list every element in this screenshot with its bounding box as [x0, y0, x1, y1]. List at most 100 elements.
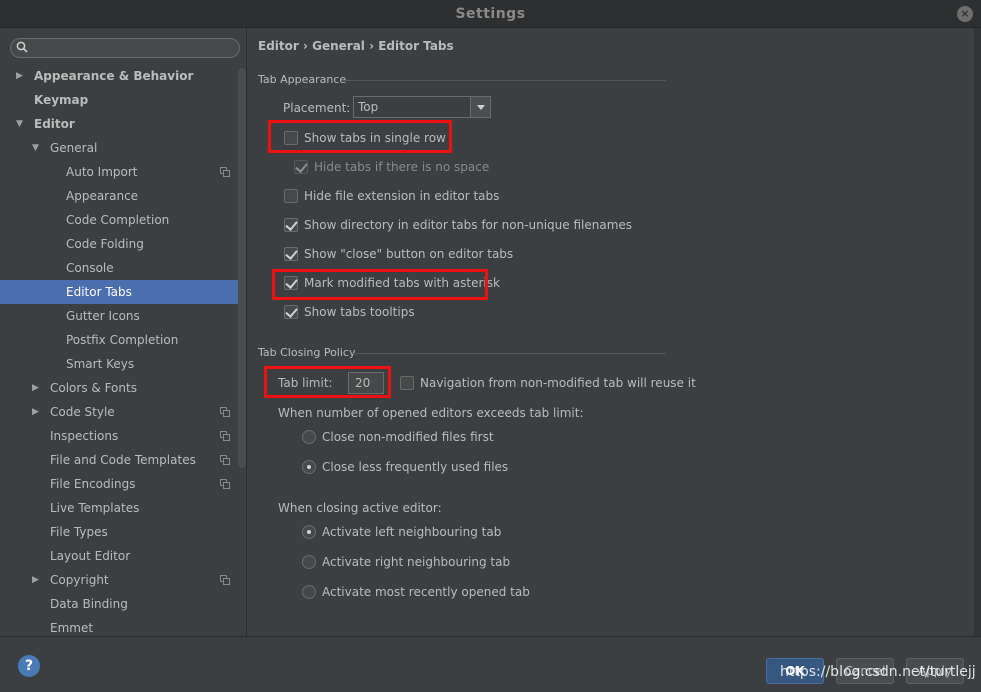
sidebar-item-code-style[interactable]: ▶ Code Style	[0, 400, 238, 424]
search-input[interactable]	[33, 40, 233, 56]
sidebar-item-label: Data Binding	[50, 597, 128, 611]
sidebar-item-appearance-behavior[interactable]: ▶ Appearance & Behavior	[0, 64, 238, 88]
sidebar-item-code-folding[interactable]: Code Folding	[0, 232, 238, 256]
sidebar-item-file-types[interactable]: File Types	[0, 520, 238, 544]
sidebar-item-postfix-completion[interactable]: Postfix Completion	[0, 328, 238, 352]
sidebar-item-editor[interactable]: ▼ Editor	[0, 112, 238, 136]
radio-label: Close less frequently used files	[322, 460, 509, 474]
sidebar-item-keymap[interactable]: Keymap	[0, 88, 238, 112]
sidebar-item-code-completion[interactable]: Code Completion	[0, 208, 238, 232]
settings-sidebar: ▶ Appearance & Behavior Keymap ▼ Editor ▼ Gene…	[0, 28, 247, 636]
watermark: https://blog.csdn.net/turtlejj	[780, 664, 976, 680]
placement-row: Placement:	[283, 98, 350, 118]
dialog-footer: ? OK Cancel Apply https://blog.csdn.net/…	[0, 636, 981, 692]
close-icon[interactable]: ×	[957, 6, 973, 22]
project-settings-icon	[220, 407, 230, 417]
sidebar-item-inspections[interactable]: Inspections	[0, 424, 238, 448]
expand-right-icon[interactable]: ▶	[32, 376, 39, 400]
sidebar-item-console[interactable]: Console	[0, 256, 238, 280]
radio-label: Activate most recently opened tab	[322, 585, 530, 599]
radio-button[interactable]	[302, 430, 316, 444]
sidebar-item-label: Smart Keys	[66, 357, 135, 371]
sidebar-item-auto-import[interactable]: Auto Import	[0, 160, 238, 184]
expand-right-icon[interactable]: ▶	[32, 400, 39, 424]
chevron-down-icon[interactable]	[470, 97, 490, 117]
settings-content: Editor › General › Editor Tabs Tab Appea…	[248, 28, 981, 636]
sidebar-item-label: Copyright	[50, 573, 109, 587]
checkbox-box[interactable]	[284, 305, 298, 319]
radio-button[interactable]	[302, 585, 316, 599]
sidebar-item-label: Editor Tabs	[66, 285, 132, 299]
window-title: Settings	[455, 6, 526, 22]
title-bar: Settings ×	[0, 0, 981, 28]
sidebar-item-label: Keymap	[34, 93, 89, 107]
highlight-box	[268, 120, 452, 153]
breadcrumb: Editor › General › Editor Tabs	[258, 39, 454, 53]
placement-combo[interactable]: Top	[353, 96, 491, 118]
checkbox-label: Hide tabs if there is no space	[314, 160, 490, 174]
sidebar-item-label: File Types	[50, 525, 108, 539]
checkbox-label: Show tabs tooltips	[304, 305, 415, 319]
sidebar-item-file-and-code-templates[interactable]: File and Code Templates	[0, 448, 238, 472]
sidebar-item-label: Code Completion	[66, 213, 170, 227]
help-icon[interactable]: ?	[18, 655, 40, 677]
sidebar-item-file-encodings[interactable]: File Encodings	[0, 472, 238, 496]
sidebar-item-data-binding[interactable]: Data Binding	[0, 592, 238, 616]
checkbox-label: Hide file extension in editor tabs	[304, 189, 500, 203]
sidebar-item-gutter-icons[interactable]: Gutter Icons	[0, 304, 238, 328]
sidebar-item-colors-fonts[interactable]: ▶ Colors & Fonts	[0, 376, 238, 400]
sidebar-item-label: Colors & Fonts	[50, 381, 137, 395]
section-title-tab-appearance: Tab Appearance	[258, 73, 347, 86]
sidebar-item-label: File Encodings	[50, 477, 136, 491]
nav-reuse-check[interactable]	[400, 376, 414, 390]
project-settings-icon	[220, 431, 230, 441]
search-box[interactable]	[10, 38, 240, 58]
project-settings-icon	[220, 479, 230, 489]
sidebar-item-smart-keys[interactable]: Smart Keys	[0, 352, 238, 376]
sidebar-item-label: Live Templates	[50, 501, 140, 515]
search-icon	[16, 41, 28, 53]
exceeds-label-text: When number of opened editors exceeds ta…	[278, 406, 584, 420]
sidebar-item-label: Emmet	[50, 621, 94, 635]
radio-button[interactable]	[302, 555, 316, 569]
sidebar-item-label: Auto Import	[66, 165, 138, 179]
sidebar-scrollbar[interactable]	[238, 68, 246, 468]
sidebar-item-label: Layout Editor	[50, 549, 131, 563]
sidebar-item-appearance[interactable]: Appearance	[0, 184, 238, 208]
sidebar-item-live-templates[interactable]: Live Templates	[0, 496, 238, 520]
checkbox-box[interactable]	[284, 247, 298, 261]
sidebar-item-label: Inspections	[50, 429, 119, 443]
expand-right-icon[interactable]: ▶	[16, 64, 23, 88]
sidebar-item-label: Code Folding	[66, 237, 144, 251]
settings-tree: ▶ Appearance & Behavior Keymap ▼ Editor ▼ Gene…	[0, 64, 246, 636]
sidebar-item-copyright[interactable]: ▶ Copyright	[0, 568, 238, 592]
sidebar-item-editor-tabs[interactable]: Editor Tabs	[0, 280, 246, 304]
radio-button[interactable]	[302, 525, 316, 539]
content-scrollbar[interactable]	[974, 28, 981, 636]
project-settings-icon	[220, 575, 230, 585]
radio-label: Close non-modified files first	[322, 430, 494, 444]
radio-label: Activate right neighbouring tab	[322, 555, 511, 569]
expand-right-icon[interactable]: ▶	[32, 568, 39, 592]
separator	[352, 353, 666, 354]
sidebar-item-general[interactable]: ▼ General	[0, 136, 238, 160]
radio-button[interactable]	[302, 460, 316, 474]
checkbox-box[interactable]	[284, 189, 298, 203]
placement-label: Placement:	[283, 101, 351, 115]
expand-down-icon[interactable]: ▼	[32, 136, 39, 160]
sidebar-item-label: Appearance	[66, 189, 139, 203]
expand-down-icon[interactable]: ▼	[16, 112, 23, 136]
exceeds-label: When number of opened editors exceeds ta…	[278, 403, 583, 423]
separator	[342, 80, 666, 81]
checkbox-label: Show directory in editor tabs for non-un…	[304, 218, 633, 232]
highlight-box	[272, 269, 488, 300]
closing-label: When closing active editor:	[278, 498, 442, 518]
closing-label-text: When closing active editor:	[278, 501, 442, 515]
sidebar-item-emmet[interactable]: Emmet	[0, 616, 238, 636]
sidebar-item-label: Gutter Icons	[66, 309, 140, 323]
highlight-box	[264, 366, 391, 398]
sidebar-item-layout-editor[interactable]: Layout Editor	[0, 544, 238, 568]
checkbox-label: Show "close" button on editor tabs	[304, 247, 514, 261]
sidebar-item-label: Appearance & Behavior	[34, 69, 194, 83]
checkbox-box[interactable]	[284, 218, 298, 232]
